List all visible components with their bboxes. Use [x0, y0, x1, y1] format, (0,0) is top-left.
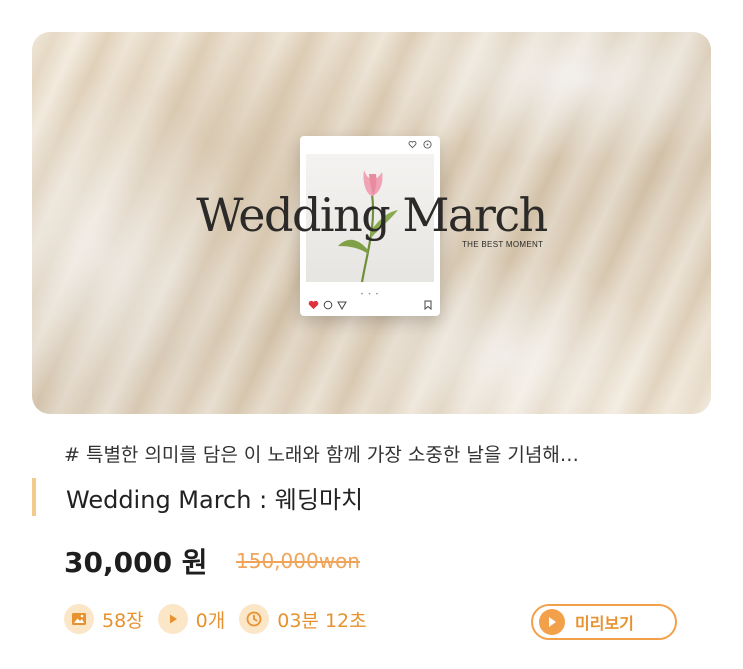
heart-icon: [308, 300, 319, 310]
send-icon: [337, 301, 347, 310]
hero-title: Wedding March: [196, 188, 548, 242]
photo-count: 58장: [102, 609, 144, 632]
play-icon: [157, 604, 188, 634]
like-outline-icon: [408, 141, 417, 149]
stat-duration: 03분 12초: [239, 604, 367, 634]
more-icon: [423, 140, 432, 149]
carousel-dots: • • •: [360, 291, 380, 298]
clock-icon: [239, 604, 270, 634]
original-price: 150,000won: [236, 549, 360, 573]
video-count: 0개: [195, 609, 226, 632]
product-stats: 58장 0개 03분 12초: [64, 604, 381, 634]
product-title[interactable]: Wedding March : 웨딩마치: [66, 480, 363, 515]
hero-banner[interactable]: • • • Wedding March THE BEST MOMENT: [32, 32, 711, 414]
stat-videos: 0개: [157, 604, 226, 634]
image-icon: [64, 604, 94, 634]
hero-subtitle: THE BEST MOMENT: [462, 240, 544, 249]
comment-icon: [323, 300, 333, 310]
product-tags: # 특별한 의미를 담은 이 노래와 함께 가장 소중한 날을 기념해…: [64, 444, 579, 466]
stat-photos: 58장: [64, 604, 144, 634]
sale-price: 30,000 원: [64, 546, 208, 579]
title-accent-bar: [32, 478, 36, 516]
bookmark-icon: [424, 300, 432, 310]
preview-button[interactable]: 미리보기: [531, 604, 677, 640]
duration-text: 03분 12초: [277, 609, 367, 632]
preview-button-label: 미리보기: [575, 614, 634, 633]
play-circle-icon: [539, 609, 565, 635]
